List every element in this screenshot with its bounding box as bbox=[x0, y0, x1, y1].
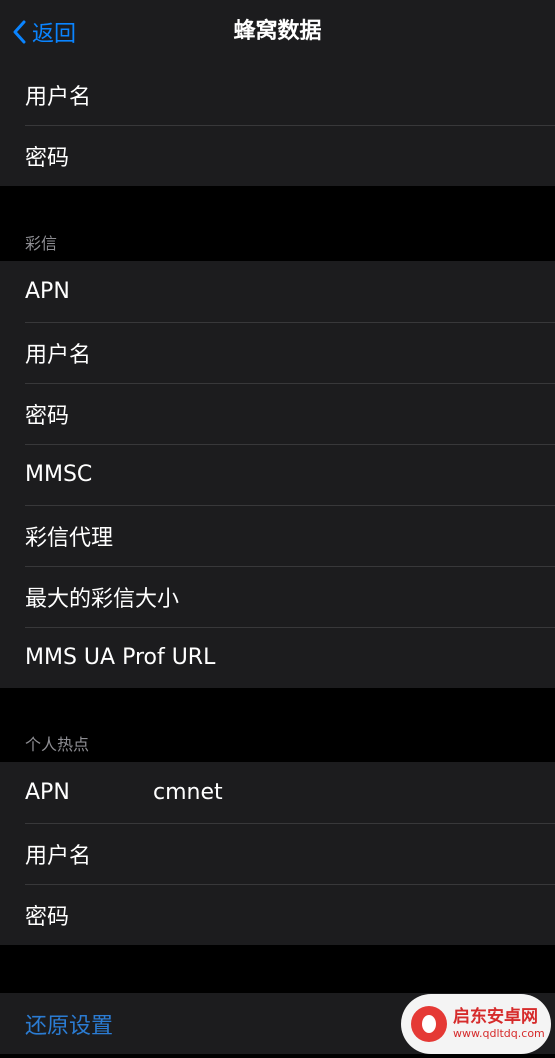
mmsc-field[interactable]: MMSC bbox=[0, 444, 555, 505]
mms-apn-field[interactable]: APN bbox=[0, 261, 555, 322]
hotspot-apn-label: APN bbox=[25, 780, 70, 805]
reset-settings-label: 还原设置 bbox=[25, 1013, 114, 1039]
watermark-url: www.qdltdq.com bbox=[453, 1027, 545, 1040]
mmsc-label: MMSC bbox=[25, 462, 93, 487]
mms-username-label: 用户名 bbox=[25, 342, 92, 368]
password-label: 密码 bbox=[25, 145, 70, 171]
mms-max-size-label: 最大的彩信大小 bbox=[25, 586, 180, 612]
hotspot-username-label: 用户名 bbox=[25, 843, 92, 869]
watermark-name: 启东安卓网 bbox=[453, 1007, 538, 1027]
username-label: 用户名 bbox=[25, 84, 92, 110]
watermark-logo-icon bbox=[411, 1006, 447, 1042]
hotspot-username-field[interactable]: 用户名 bbox=[0, 823, 555, 884]
mms-proxy-label: 彩信代理 bbox=[25, 525, 114, 551]
site-watermark: 启东安卓网 www.qdltdq.com bbox=[401, 994, 551, 1054]
navigation-bar: 返回 蜂窝数据 bbox=[0, 0, 555, 65]
mms-apn-label: APN bbox=[25, 279, 70, 304]
username-field[interactable]: 用户名 bbox=[0, 64, 555, 125]
mms-ua-prof-url-field[interactable]: MMS UA Prof URL bbox=[0, 627, 555, 688]
mms-proxy-field[interactable]: 彩信代理 bbox=[0, 505, 555, 566]
mms-max-size-field[interactable]: 最大的彩信大小 bbox=[0, 566, 555, 627]
mms-username-field[interactable]: 用户名 bbox=[0, 322, 555, 383]
mms-ua-prof-url-label: MMS UA Prof URL bbox=[25, 645, 216, 670]
mms-password-field[interactable]: 密码 bbox=[0, 383, 555, 444]
password-field[interactable]: 密码 bbox=[0, 125, 555, 186]
hotspot-apn-value[interactable]: cmnet bbox=[153, 780, 223, 805]
hotspot-section-header: 个人热点 bbox=[25, 735, 90, 754]
mms-section-header: 彩信 bbox=[25, 234, 58, 253]
hotspot-apn-field[interactable]: APN cmnet bbox=[0, 762, 555, 823]
hotspot-settings-group: APN cmnet 用户名 密码 bbox=[0, 762, 555, 945]
hotspot-password-field[interactable]: 密码 bbox=[0, 884, 555, 945]
hotspot-password-label: 密码 bbox=[25, 904, 70, 930]
mms-password-label: 密码 bbox=[25, 403, 70, 429]
mms-settings-group: APN 用户名 密码 MMSC 彩信代理 最大的彩信大小 MMS UA Prof… bbox=[0, 261, 555, 688]
page-title: 蜂窝数据 bbox=[233, 19, 322, 44]
settings-group-top: 用户名 密码 bbox=[0, 64, 555, 186]
